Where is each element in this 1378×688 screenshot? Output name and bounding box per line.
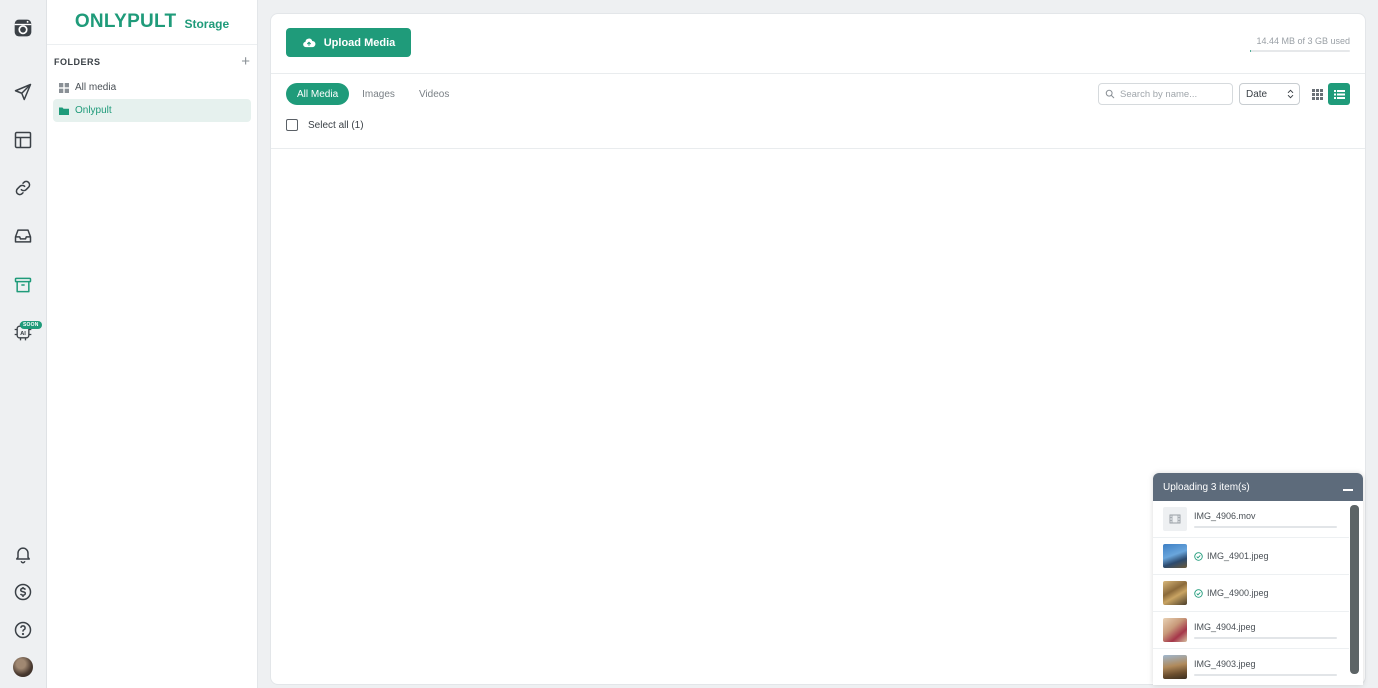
storage-usage-text: 14.44 MB of 3 GB used (1256, 36, 1350, 46)
grid-view-button[interactable] (1306, 83, 1328, 105)
folder-item-all-media[interactable]: All media (53, 76, 251, 99)
folder-sidebar: ONLYPULT Storage FOLDERS + All media Onl… (47, 0, 258, 688)
check-circle-icon (1194, 588, 1203, 598)
image-thumbnail (1163, 618, 1187, 642)
dollar-icon[interactable] (11, 580, 35, 604)
link-icon[interactable] (11, 176, 35, 200)
search-box (1098, 83, 1233, 105)
folder-icon (59, 107, 69, 115)
upload-item-name: IMG_4903.jpeg (1194, 658, 1256, 669)
folder-item-label: All media (75, 82, 117, 93)
select-all[interactable]: Select all (1) (286, 119, 364, 131)
tab-images[interactable]: Images (351, 83, 406, 105)
upload-item-name: IMG_4904.jpeg (1194, 621, 1256, 632)
image-thumbnail (1163, 544, 1187, 568)
soon-badge: SOON (20, 321, 42, 329)
folders-header: FOLDERS + (47, 54, 257, 69)
layout-icon[interactable] (11, 128, 35, 152)
cloud-upload-icon (302, 38, 316, 47)
sort-select[interactable]: Date (1239, 83, 1300, 105)
upload-media-label: Upload Media (323, 36, 396, 49)
image-thumbnail (1163, 655, 1187, 679)
storage-usage-fill (1250, 50, 1251, 52)
upload-popup-header: Uploading 3 item(s) (1153, 473, 1363, 501)
sort-select-value: Date (1246, 88, 1268, 100)
tab-all-media[interactable]: All Media (286, 83, 350, 105)
search-input[interactable] (1120, 88, 1225, 100)
help-icon[interactable] (11, 618, 35, 642)
select-all-label: Select all (1) (308, 119, 364, 131)
list-view-button[interactable] (1328, 83, 1350, 105)
grid-icon (59, 82, 69, 93)
filter-bar: All Media Images Videos Date Select all … (271, 74, 1365, 149)
grid-view-icon (1311, 88, 1323, 100)
ai-label: AI (20, 331, 26, 337)
search-icon (1105, 89, 1115, 99)
folders-label: FOLDERS (54, 57, 101, 67)
media-type-tabs: All Media Images Videos (286, 83, 462, 105)
upload-popup-title: Uploading 3 item(s) (1163, 481, 1250, 493)
brand: ONLYPULT Storage (47, 0, 257, 45)
upload-item-name: IMG_4906.mov (1194, 510, 1256, 521)
top-bar: Upload Media 14.44 MB of 3 GB used (271, 14, 1365, 74)
list-view-icon (1333, 89, 1345, 99)
upload-media-button[interactable]: Upload Media (286, 28, 411, 57)
avatar[interactable] (13, 657, 33, 677)
folder-item-onlypult[interactable]: Onlypult (53, 99, 251, 122)
archive-icon[interactable] (11, 273, 35, 297)
upload-progress-bar (1194, 525, 1337, 528)
tab-videos[interactable]: Videos (408, 83, 460, 105)
image-thumbnail (1163, 581, 1187, 605)
upload-item: IMG_4904.jpeg (1153, 612, 1349, 649)
storage-usage-bar (1250, 50, 1350, 52)
storage-usage: 14.44 MB of 3 GB used (1250, 36, 1350, 52)
inbox-icon[interactable] (11, 224, 35, 248)
icon-rail: AI SOON (0, 0, 47, 688)
send-icon[interactable] (11, 80, 35, 104)
folder-item-label: Onlypult (75, 105, 112, 116)
upload-item: IMG_4900.jpeg (1153, 575, 1349, 612)
brand-subtitle: Storage (184, 16, 230, 31)
view-toggle (1306, 83, 1350, 105)
upload-item-name: IMG_4901.jpeg (1207, 551, 1269, 561)
chevron-up-down-icon (1287, 89, 1294, 99)
upload-list: IMG_4906.mov IMG_4901.jpeg IMG_4900.jpeg (1153, 501, 1363, 685)
upload-item: IMG_4903.jpeg (1153, 649, 1349, 685)
upload-progress-bar (1194, 636, 1337, 639)
upload-item: IMG_4901.jpeg (1153, 538, 1349, 575)
add-folder-button[interactable]: + (241, 54, 250, 69)
camera-icon[interactable] (11, 16, 35, 40)
upload-list-scrollbar[interactable] (1350, 505, 1359, 674)
upload-popup: Uploading 3 item(s) IMG_4906.mov IMG_490… (1153, 473, 1363, 685)
brand-logo: ONLYPULT (74, 11, 177, 32)
film-icon (1169, 514, 1181, 524)
bell-icon[interactable] (11, 542, 35, 566)
video-thumbnail (1163, 507, 1187, 531)
upload-item: IMG_4906.mov (1153, 501, 1349, 538)
check-circle-icon (1194, 551, 1203, 561)
upload-progress-bar (1194, 673, 1337, 676)
upload-item-name: IMG_4900.jpeg (1207, 588, 1269, 598)
select-all-checkbox[interactable] (286, 119, 298, 131)
minimize-icon[interactable] (1343, 489, 1353, 491)
